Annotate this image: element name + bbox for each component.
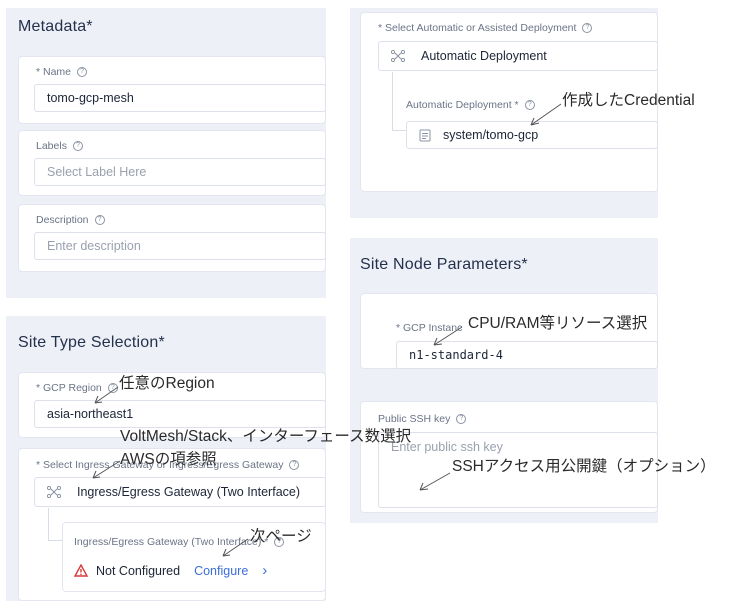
description-input[interactable]: Enter description	[34, 232, 326, 260]
help-icon[interactable]: ?	[77, 67, 88, 77]
warning-icon	[74, 564, 88, 577]
tree-connector	[392, 130, 406, 131]
network-icon	[47, 486, 61, 498]
help-icon[interactable]: ?	[94, 215, 105, 225]
help-icon[interactable]: ?	[289, 460, 300, 470]
annotation-credential: 作成したCredential	[562, 92, 695, 109]
configure-link[interactable]: Configure	[194, 564, 248, 578]
node-params-title: Site Node Parameters*	[360, 256, 528, 273]
metadata-title: Metadata*	[18, 18, 93, 35]
annotation-next-page: 次ページ	[250, 528, 312, 545]
deployment-value: Automatic Deployment	[421, 49, 547, 63]
annotation-aws: AWSの項参照	[120, 451, 217, 468]
arrow-icon	[433, 326, 463, 346]
description-label: Description?	[36, 214, 105, 226]
gateway-select[interactable]: Ingress/Egress Gateway (Two Interface)	[34, 477, 326, 507]
name-label: * Name?	[36, 66, 88, 78]
help-icon[interactable]: ?	[72, 141, 83, 151]
network-icon	[391, 50, 405, 62]
arrow-icon	[419, 472, 451, 491]
tree-connector	[48, 508, 49, 540]
status-text: Not Configured	[96, 563, 181, 578]
credential-value: system/tomo-gcp	[443, 128, 539, 142]
arrow-icon	[92, 460, 121, 479]
gateway-value: Ingress/Egress Gateway (Two Interface)	[77, 485, 301, 499]
site-type-title: Site Type Selection*	[18, 334, 165, 351]
arrow-icon	[94, 386, 119, 404]
labels-input[interactable]: Select Label Here	[34, 158, 326, 186]
tree-connector	[48, 540, 62, 541]
status-row: Not Configured Configure ›	[74, 562, 267, 579]
help-icon[interactable]: ?	[456, 414, 467, 424]
deployment-select[interactable]: Automatic Deployment	[378, 41, 658, 71]
deployment-label: * Select Automatic or Assisted Deploymen…	[378, 22, 593, 34]
credential-label: Automatic Deployment *?	[406, 99, 535, 111]
annotation-cpu-ram: CPU/RAM等リソース選択	[468, 315, 648, 332]
annotation-ssh: SSHアクセス用公開鍵（オプション）	[452, 458, 716, 475]
document-icon	[419, 129, 431, 142]
name-input[interactable]: tomo-gcp-mesh	[34, 84, 326, 112]
chevron-right-icon[interactable]: ›	[262, 562, 267, 579]
help-icon[interactable]: ?	[582, 23, 593, 33]
labels-label: Labels?	[36, 140, 83, 152]
tree-connector	[392, 72, 393, 130]
arrow-icon	[222, 538, 249, 557]
annotation-region: 任意のRegion	[119, 375, 215, 392]
annotation-voltmesh: VoltMesh/Stack、インターフェース数選択	[120, 428, 412, 445]
arrow-icon	[530, 103, 562, 126]
